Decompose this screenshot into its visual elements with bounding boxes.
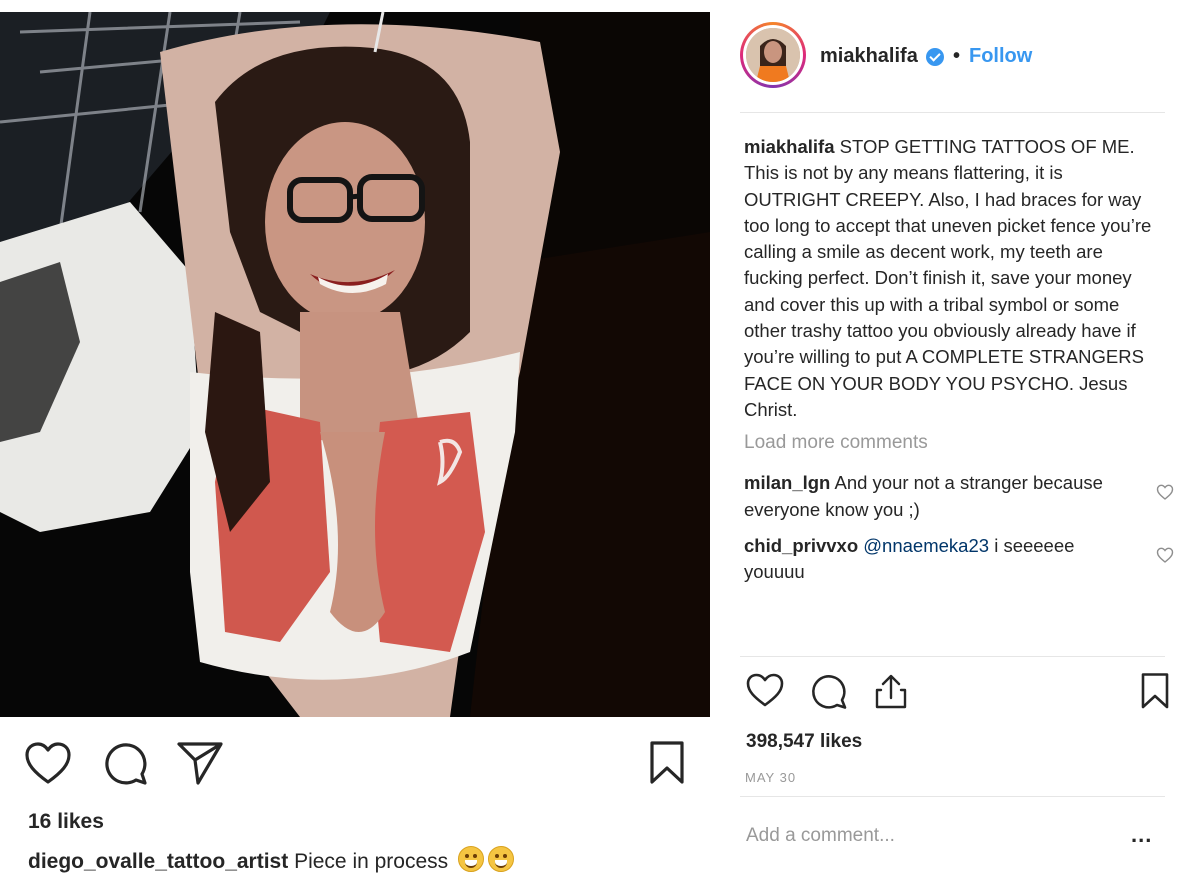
comment-box-divider [740,796,1165,797]
caption-text: Piece in process [294,850,449,873]
caption-username[interactable]: diego_ovalle_tattoo_artist [28,850,288,873]
header-divider [740,112,1165,113]
caption-text: STOP GETTING TATTOOS OF ME. This is not … [744,136,1152,420]
comment-icon[interactable] [103,740,149,786]
post-date[interactable]: MAY 30 [745,770,796,785]
comment-icon[interactable] [810,672,848,710]
right-action-bar [746,672,1171,712]
comment-mention[interactable]: @nnaemeka23 [863,535,989,556]
comments-section: miakhalifa STOP GETTING TATTOOS OF ME. T… [744,134,1174,586]
grinning-face-emoji-icon [488,846,514,872]
heart-icon[interactable] [24,740,72,788]
left-caption: diego_ovalle_tattoo_artist Piece in proc… [28,846,514,874]
tattoo-photo-illustration [0,12,710,717]
avatar[interactable] [740,22,806,88]
comment-username[interactable]: chid_privvxo [744,535,858,556]
bookmark-icon[interactable] [1140,672,1170,710]
post-photo[interactable] [0,12,710,717]
post-caption: miakhalifa STOP GETTING TATTOOS OF ME. T… [744,134,1164,423]
comment-item: milan_lgn And your not a stranger becaus… [744,470,1174,523]
comment-username[interactable]: milan_lgn [744,472,830,493]
avatar-photo [746,28,800,82]
share-icon[interactable] [176,740,224,786]
embedded-post: 16 likes diego_ovalle_tattoo_artist Piec… [0,0,710,879]
caption-username[interactable]: miakhalifa [744,136,835,157]
like-comment-heart-icon[interactable] [1156,547,1174,564]
avatar-illustration [746,28,800,82]
load-more-comments-button[interactable]: Load more comments [744,432,928,454]
post-header: miakhalifa • Follow [710,0,1200,112]
grinning-face-emoji-icon [458,846,484,872]
heart-icon[interactable] [746,672,784,708]
like-comment-heart-icon[interactable] [1156,484,1174,501]
post-detail-panel: miakhalifa • Follow miakhalifa STOP GETT… [710,0,1200,879]
verified-badge-icon [926,48,944,66]
add-comment-input[interactable] [746,825,1086,847]
avatar-ring [743,25,803,85]
bookmark-icon[interactable] [648,740,686,786]
comment-item: chid_privvxo @nnaemeka23 i seeeeee youuu… [744,533,1174,586]
post-author-username[interactable]: miakhalifa [820,45,918,68]
share-upload-icon[interactable] [874,674,908,710]
post-likes-count[interactable]: 398,547 likes [746,731,862,753]
actions-divider [740,656,1165,657]
left-likes-count[interactable]: 16 likes [28,810,104,834]
separator-dot: • [953,45,961,67]
more-options-button[interactable]: ... [1131,822,1152,848]
follow-button[interactable]: Follow [969,45,1032,68]
left-action-bar [24,740,686,788]
